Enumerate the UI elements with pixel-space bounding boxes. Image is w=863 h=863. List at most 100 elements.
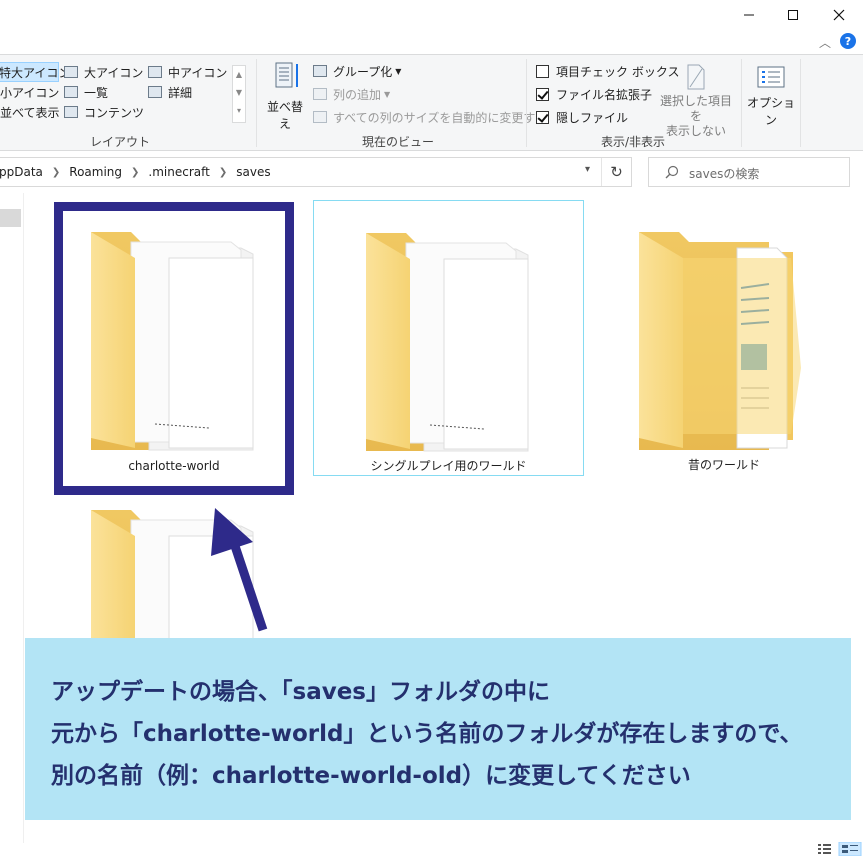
divider	[741, 59, 742, 147]
callout-line-3: 別の名前（例：charlotte-world-old）に変更してください	[51, 763, 691, 789]
callout-line-1: アップデートの場合、「saves」フォルダの中に	[51, 679, 550, 705]
address-history-chevron-icon[interactable]: ▾	[585, 164, 590, 175]
view-switcher	[816, 841, 862, 857]
minimize-icon	[744, 14, 754, 16]
close-button[interactable]	[816, 0, 862, 30]
close-icon	[833, 9, 845, 21]
ribbon: 特大アイコン 大アイコン 中アイコン 小アイコン 一覧 詳細 並べて表示 コンテ…	[0, 54, 863, 151]
navigation-pane[interactable]	[0, 193, 24, 843]
details-view-icon[interactable]	[818, 844, 831, 854]
group-label-show-hide: 表示/非表示	[601, 135, 666, 149]
callout-line-2: 元から「charlotte-world」という名前のフォルダが存在しますので、	[51, 721, 803, 747]
layout-item-label: 中アイコン	[168, 65, 228, 80]
options-icon	[757, 66, 785, 88]
divider	[256, 59, 257, 147]
maximize-icon	[788, 10, 798, 20]
layout-list[interactable]: 一覧	[64, 82, 108, 102]
highlight-annotation-box	[54, 202, 294, 495]
chevron-right-icon[interactable]: ❯	[52, 167, 60, 178]
chevron-right-icon[interactable]: ❯	[131, 167, 139, 178]
checkbox[interactable]	[536, 87, 549, 101]
help-icon[interactable]: ?	[840, 33, 856, 49]
layout-small-icons[interactable]: 小アイコン	[0, 82, 59, 102]
file-extensions-toggle[interactable]: ファイル名拡張子	[536, 84, 652, 104]
group-by-icon	[313, 65, 327, 77]
options-label: オプション	[746, 96, 795, 127]
breadcrumb-item[interactable]: Roaming	[69, 165, 122, 179]
layout-content[interactable]: コンテンツ	[64, 102, 144, 122]
large-icons-view-icon[interactable]	[838, 841, 862, 857]
scroll-down-icon[interactable]: ▼	[233, 84, 245, 102]
search-box[interactable]: savesの検索	[648, 157, 850, 187]
folder-tile[interactable]: 昔のワールド	[613, 200, 835, 476]
checkbox[interactable]	[536, 64, 549, 78]
group-by-button[interactable]: グループ化 ▼	[313, 61, 401, 81]
layout-item-label: 一覧	[84, 85, 109, 100]
expand-gallery-icon[interactable]: ▾	[233, 102, 245, 120]
annotation-arrow-icon	[211, 508, 268, 632]
hidden-files-toggle[interactable]: 隠しファイル	[536, 107, 628, 127]
medium-icons-icon	[148, 66, 162, 78]
group-label-current-view: 現在のビュー	[362, 135, 435, 149]
layout-item-label: 小アイコン	[0, 85, 60, 100]
hide-selected-button[interactable]: 選択した項目を 表示しない	[656, 63, 736, 139]
ribbon-controls: ︿ ?	[803, 32, 863, 52]
chevron-right-icon[interactable]: ❯	[219, 167, 227, 178]
sort-icon	[275, 62, 298, 88]
layout-details[interactable]: 詳細	[148, 82, 192, 102]
maximize-button[interactable]	[770, 0, 816, 30]
folder-with-pages-icon	[366, 233, 529, 452]
hide-selected-icon	[687, 64, 705, 90]
folder-name: シングルプレイ用のワールド	[370, 459, 527, 473]
sort-label: 並べ替え	[266, 100, 303, 131]
scroll-up-icon[interactable]: ▲	[233, 66, 245, 84]
hide-selected-label-2: 表示しない	[665, 124, 726, 138]
address-bar[interactable]: ppData ❯ Roaming ❯ .minecraft ❯ saves ▾ …	[0, 157, 632, 187]
hidden-files-label: 隠しファイル	[556, 110, 629, 125]
layout-extra-large-icons[interactable]: 特大アイコン	[0, 62, 70, 82]
fit-columns-icon	[313, 111, 327, 123]
layout-medium-icons[interactable]: 中アイコン	[148, 62, 227, 82]
layout-large-icons[interactable]: 大アイコン	[64, 62, 143, 82]
sort-by-button[interactable]: 並べ替え	[262, 61, 308, 132]
breadcrumb: ppData ❯ Roaming ❯ .minecraft ❯ saves	[0, 158, 271, 186]
divider	[800, 59, 801, 147]
refresh-button[interactable]: ↻	[601, 158, 631, 186]
search-icon	[665, 165, 679, 179]
layout-item-label: 特大アイコン	[0, 65, 71, 80]
add-column-label: 列の追加	[333, 87, 382, 102]
large-icons-icon	[64, 66, 78, 78]
hide-selected-label-1: 選択した項目を	[659, 94, 732, 123]
fit-columns-label: すべての列のサイズを自動的に変更する	[333, 110, 548, 125]
add-column-button[interactable]: 列の追加 ▼	[313, 84, 390, 104]
search-placeholder: savesの検索	[689, 167, 760, 181]
folder-tile[interactable]: シングルプレイ用のワールド	[313, 200, 584, 476]
divider	[526, 59, 527, 147]
minimize-button[interactable]	[726, 0, 772, 30]
group-by-label: グループ化	[333, 64, 393, 79]
breadcrumb-item[interactable]: ppData	[0, 165, 43, 179]
collapse-ribbon-icon[interactable]: ︿	[819, 34, 831, 51]
view-switch-icons	[818, 841, 862, 857]
title-bar	[0, 0, 863, 30]
layout-tiles[interactable]: 並べて表示	[0, 102, 60, 122]
breadcrumb-item[interactable]: saves	[236, 165, 270, 179]
layout-item-label: 詳細	[168, 85, 193, 100]
layout-item-label: コンテンツ	[84, 105, 145, 120]
details-view-icon	[148, 86, 162, 98]
chevron-down-icon: ▼	[395, 66, 402, 76]
add-column-icon	[313, 88, 327, 100]
layout-item-label: 並べて表示	[0, 105, 60, 120]
file-extensions-label: ファイル名拡張子	[556, 87, 653, 102]
checkbox[interactable]	[536, 110, 549, 124]
layout-gallery-scroll[interactable]: ▲ ▼ ▾	[232, 65, 246, 123]
content-view-icon	[64, 106, 78, 118]
folder-name: 昔のワールド	[687, 458, 760, 472]
folder-with-document-icon	[639, 232, 801, 450]
refresh-icon: ↻	[610, 163, 623, 181]
chevron-down-icon: ▼	[384, 89, 391, 99]
fit-columns-button[interactable]: すべての列のサイズを自動的に変更する	[313, 107, 547, 127]
options-button[interactable]: オプション	[746, 65, 796, 128]
nav-selected-item[interactable]	[0, 209, 21, 227]
breadcrumb-item[interactable]: .minecraft	[148, 165, 209, 179]
